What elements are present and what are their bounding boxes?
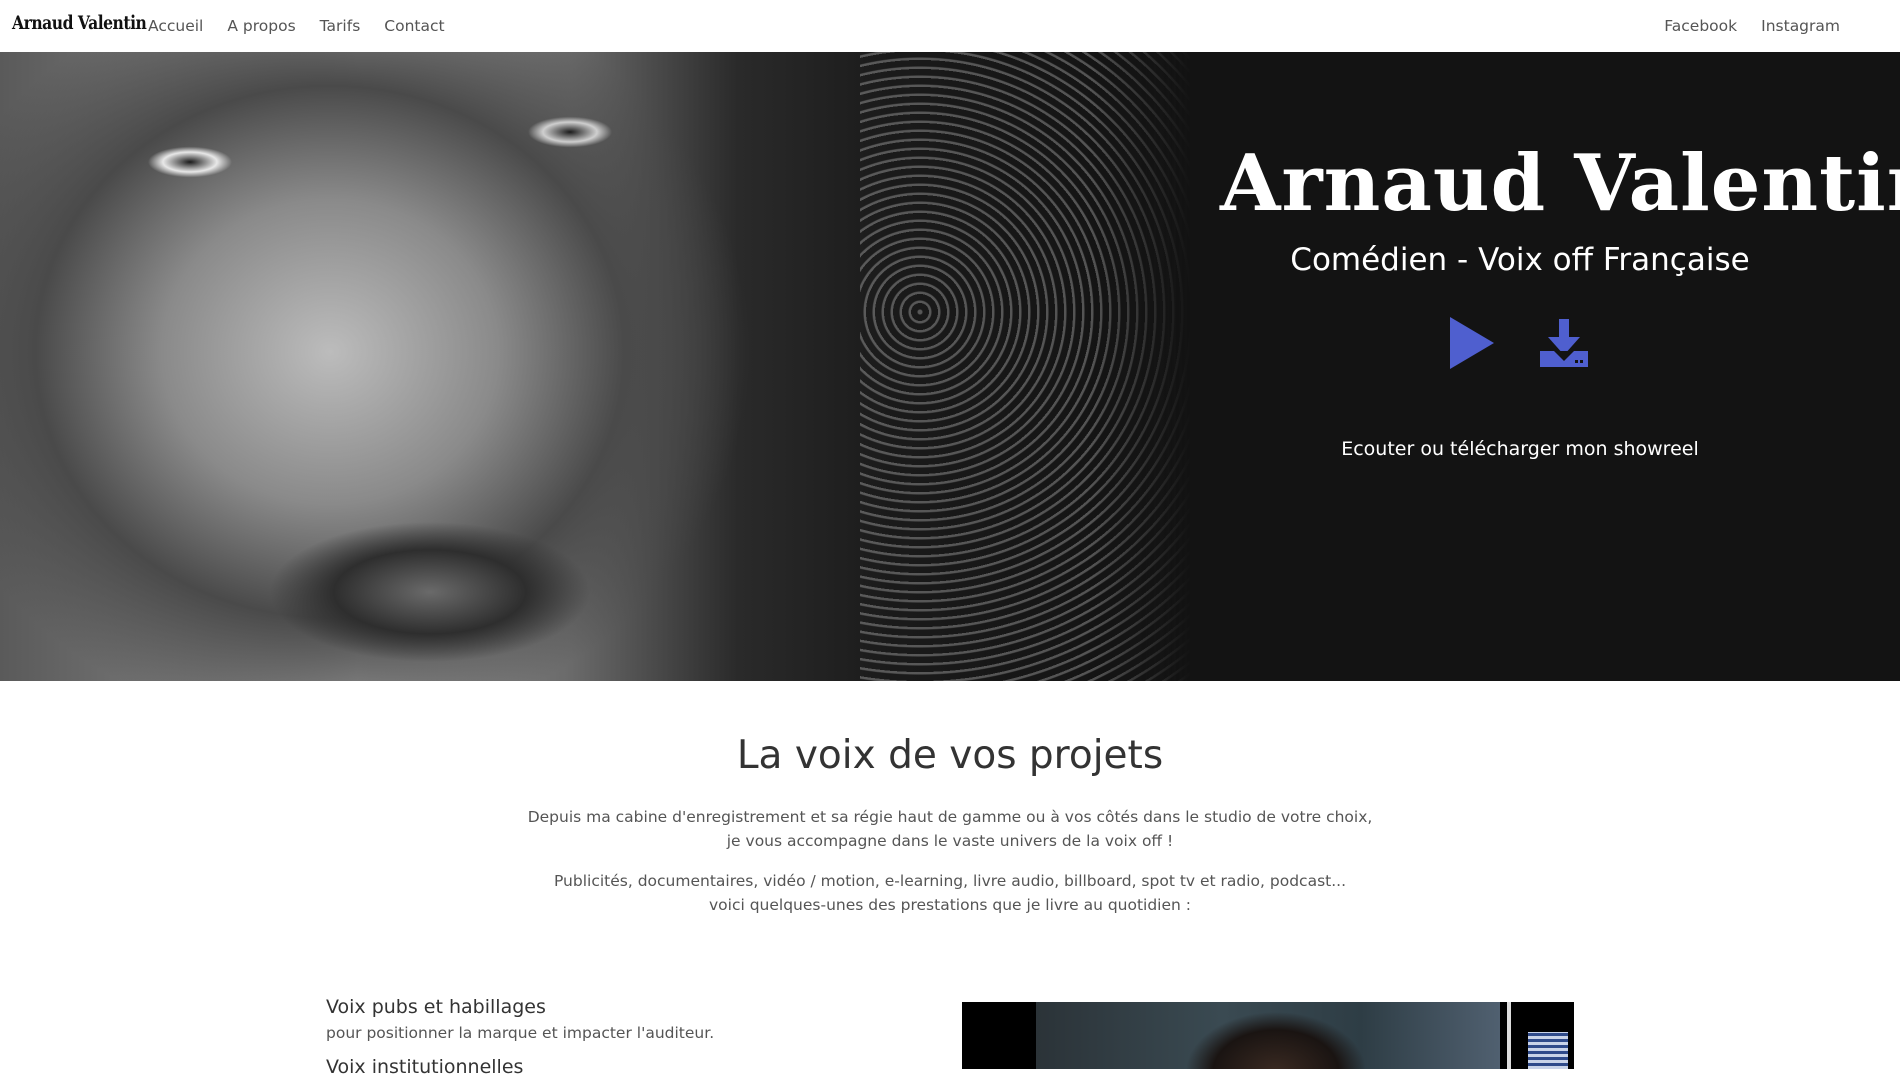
video-frame-edge [1507,1002,1511,1069]
service-desc: pour positionner la marque et impacter l… [326,1024,715,1042]
showreel-label: Ecouter ou télécharger mon showreel [1341,438,1699,460]
intro-line: Publicités, documentaires, vidéo / motio… [553,872,1347,890]
nav-link-contact[interactable]: Contact [384,17,444,35]
hero-title: Arnaud Valentin [1220,138,1900,229]
video-thumbnail-detail [1528,1032,1568,1069]
intro-line: voici quelques-unes des prestations que … [708,896,1191,914]
intro-line: Depuis ma cabine d'enregistrement et sa … [527,808,1373,826]
showreel-actions [1420,317,1620,383]
video-player[interactable] [962,1002,1574,1069]
navbar: Arnaud Valentin Accueil A propos Tarifs … [0,0,1900,52]
brand-link[interactable]: Arnaud Valentin [12,12,147,34]
download-icon[interactable] [1540,319,1588,369]
section-title: La voix de vos projets [736,733,1164,778]
video-thumbnail [1036,1002,1500,1069]
nav-left: Accueil A propos Tarifs Contact [148,17,445,35]
hero-banner: Arnaud Valentin Comédien - Voix off Fran… [0,52,1900,681]
nav-link-instagram[interactable]: Instagram [1761,17,1840,35]
intro-paragraph-1: Depuis ma cabine d'enregistrement et sa … [450,805,1450,853]
nav-link-tarifs[interactable]: Tarifs [320,17,361,35]
service-title: Voix institutionnelles [326,1056,524,1078]
nav-link-facebook[interactable]: Facebook [1664,17,1737,35]
intro-paragraph-2: Publicités, documentaires, vidéo / motio… [450,869,1450,917]
hero-subtitle: Comédien - Voix off Française [1290,242,1750,278]
hero-hair-texture [860,52,1190,681]
nav-link-a-propos[interactable]: A propos [227,17,295,35]
intro-line: je vous accompagne dans le vaste univers… [726,832,1174,850]
play-icon[interactable] [1450,317,1494,369]
service-title: Voix pubs et habillages [326,996,546,1018]
nav-link-accueil[interactable]: Accueil [148,17,203,35]
nav-right: Facebook Instagram [1664,17,1840,35]
